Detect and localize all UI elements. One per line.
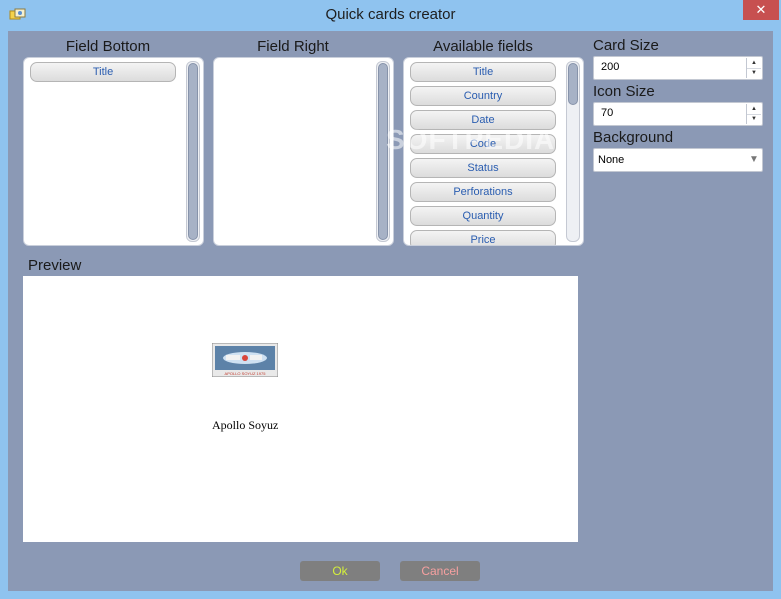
field-bottom-list[interactable]: Title	[23, 57, 204, 246]
available-fields-scroll-thumb[interactable]	[568, 63, 578, 105]
card-size-label: Card Size	[593, 37, 659, 54]
icon-size-value: 70	[601, 107, 614, 119]
field-bottom-scrollbar[interactable]	[186, 61, 200, 242]
field-right-list[interactable]	[213, 57, 394, 246]
field-right-label: Field Right	[257, 38, 329, 55]
available-fields-label: Available fields	[433, 38, 533, 55]
field-bottom-label: Field Bottom	[65, 38, 151, 55]
available-field-status[interactable]: Status	[410, 158, 556, 178]
card-size-spin-buttons: ▲ ▼	[746, 58, 761, 78]
background-label: Background	[593, 129, 674, 146]
quick-cards-creator-window: Quick cards creator ✕ Field Bottom Title…	[0, 0, 781, 599]
window-title: Quick cards creator	[325, 6, 456, 23]
card-size-spinbox[interactable]: 200 ▲ ▼	[593, 56, 763, 80]
chevron-down-icon: ▼	[749, 154, 759, 165]
preview-label: Preview	[28, 257, 82, 274]
stamp-image: APOLLO SOYUZ 1975	[212, 343, 278, 377]
cancel-button[interactable]: Cancel	[400, 561, 480, 581]
available-field-price[interactable]: Price	[410, 230, 556, 245]
card-size-value: 200	[601, 61, 620, 73]
preview-panel: APOLLO SOYUZ 1975 Apollo Soyuz	[23, 276, 578, 542]
preview-caption: Apollo Soyuz	[212, 418, 279, 432]
icon-size-label: Icon Size	[593, 83, 655, 100]
icon-size-spinbox[interactable]: 70 ▲ ▼	[593, 102, 763, 126]
icon-size-down-icon[interactable]: ▼	[747, 114, 761, 124]
field-bottom-item-title[interactable]: Title	[30, 62, 176, 82]
card-size-down-icon[interactable]: ▼	[747, 68, 761, 78]
available-field-title[interactable]: Title	[410, 62, 556, 82]
background-value: None	[598, 154, 625, 166]
background-select[interactable]: None ▼	[593, 148, 763, 172]
icon-size-spin-buttons: ▲ ▼	[746, 104, 761, 124]
title-bar[interactable]: Quick cards creator ✕	[0, 0, 781, 31]
softpedia-watermark: SOFTPEDIA	[386, 124, 556, 155]
field-bottom-scroll-thumb[interactable]	[188, 63, 198, 240]
available-field-country[interactable]: Country	[410, 86, 556, 106]
ok-button[interactable]: Ok	[300, 561, 380, 581]
available-field-perforations[interactable]: Perforations	[410, 182, 556, 202]
available-field-quantity[interactable]: Quantity	[410, 206, 556, 226]
stamp-text: APOLLO SOYUZ 1975	[225, 371, 267, 376]
close-icon: ✕	[755, 2, 767, 17]
close-button[interactable]: ✕	[743, 0, 779, 20]
available-fields-scrollbar[interactable]	[566, 61, 580, 242]
